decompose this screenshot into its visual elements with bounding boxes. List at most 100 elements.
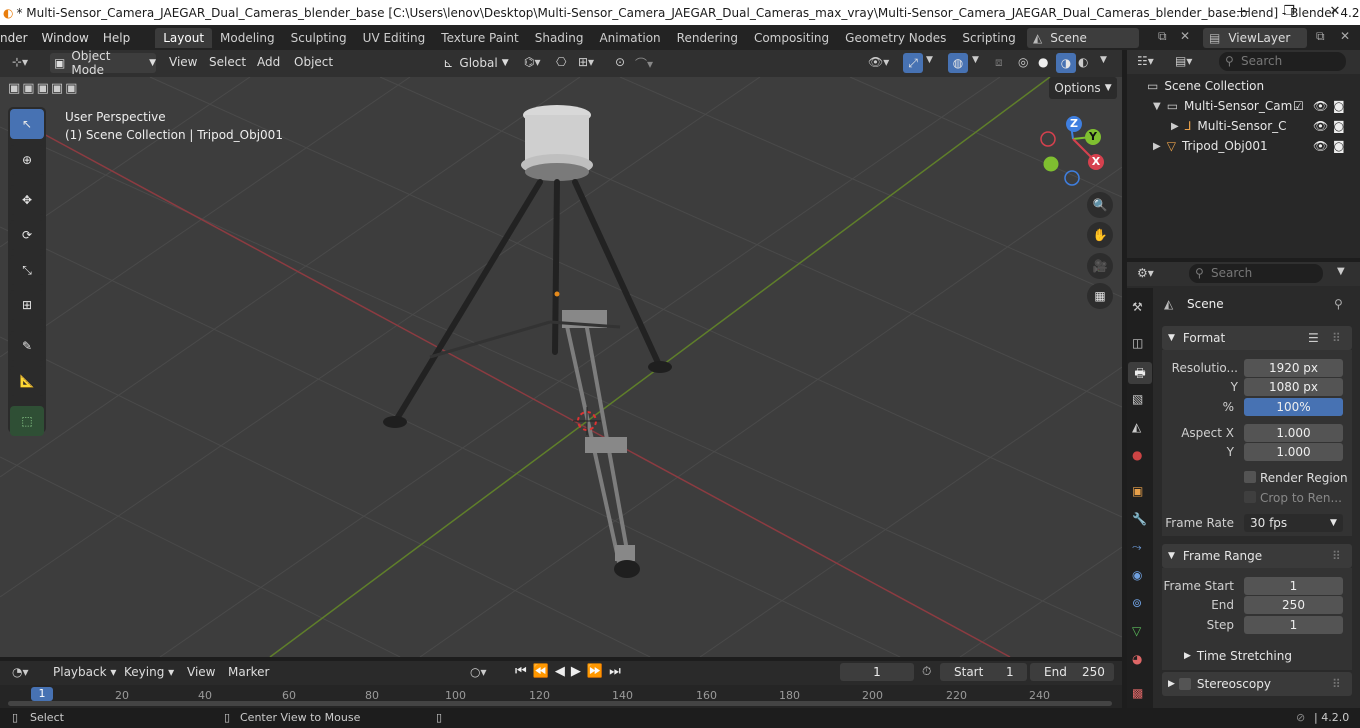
camera-render-icon[interactable]: ◙ bbox=[1333, 119, 1345, 133]
menu-add[interactable]: Add bbox=[250, 55, 287, 69]
pivot-icon[interactable]: ⌬▾ bbox=[524, 55, 541, 69]
solid-shading-icon[interactable]: ● bbox=[1038, 55, 1048, 69]
drag-handle-icon[interactable]: ⠿ bbox=[1332, 549, 1341, 563]
tab-animation[interactable]: Animation bbox=[591, 28, 668, 48]
pan-button[interactable]: ✋ bbox=[1087, 222, 1113, 248]
tab-layout[interactable]: Layout bbox=[155, 27, 213, 48]
mode-selector[interactable]: ▣ Object Mode ▼ bbox=[50, 49, 156, 77]
maximize-button[interactable]: ❐ bbox=[1266, 0, 1312, 25]
new-view-layer-icon[interactable]: ⧉ bbox=[1316, 29, 1325, 44]
timeline-scrollbar[interactable] bbox=[8, 701, 1112, 706]
tab-modeling[interactable]: Modeling bbox=[212, 28, 283, 48]
wireframe-shading-icon[interactable]: ◎ bbox=[1018, 55, 1028, 69]
view-layer-tab-icon[interactable]: ▧ bbox=[1132, 392, 1143, 406]
menu-render[interactable]: nder bbox=[0, 31, 35, 45]
outliner-search-input[interactable]: ⚲ Search bbox=[1219, 52, 1346, 71]
3d-viewport[interactable]: Z Y X ▣▣▣▣▣ ↖ ⊕ ✥ ⟳ ⤡ ⊞ ✎ 📐 ⬚ User Persp… bbox=[0, 77, 1122, 657]
stereoscopy-section-header[interactable]: ▶ Stereoscopy ⠿ bbox=[1162, 672, 1352, 696]
world-tab-icon[interactable]: ● bbox=[1132, 448, 1142, 462]
camera-render-icon[interactable]: ◙ bbox=[1333, 99, 1345, 113]
gizmo-toggle-icon[interactable]: ⤢ bbox=[903, 53, 923, 73]
snap-icon[interactable]: ⎔ bbox=[556, 55, 566, 69]
frame-range-section-header[interactable]: ▼ Frame Range ⠿ bbox=[1162, 544, 1352, 568]
display-mode-icon[interactable]: ▤▾ bbox=[1175, 54, 1192, 68]
projection-toggle-button[interactable]: ▦ bbox=[1087, 283, 1113, 309]
tab-rendering[interactable]: Rendering bbox=[669, 28, 746, 48]
proportional-edit-icon[interactable]: ⊙ bbox=[615, 55, 625, 69]
outliner-editor-icon[interactable]: ☷▾ bbox=[1137, 54, 1154, 68]
scene-tab-icon[interactable]: ◭ bbox=[1132, 420, 1141, 434]
resolution-y-field[interactable]: 1080 px bbox=[1244, 378, 1343, 396]
options-button[interactable]: Options ▼ bbox=[1049, 77, 1117, 99]
zoom-button[interactable]: 🔍 bbox=[1087, 192, 1113, 218]
measure-tool[interactable]: 📐 bbox=[10, 366, 44, 396]
current-frame-field[interactable]: 1 bbox=[840, 663, 914, 681]
move-tool[interactable]: ✥ bbox=[10, 185, 44, 215]
crop-checkbox[interactable] bbox=[1244, 491, 1256, 503]
minimize-button[interactable]: — bbox=[1220, 0, 1266, 25]
eye-icon[interactable]: 👁 bbox=[1313, 99, 1328, 113]
menu-object[interactable]: Object bbox=[287, 55, 340, 69]
tab-scripting[interactable]: Scripting bbox=[954, 28, 1023, 48]
chevron-right-icon[interactable]: ▶ bbox=[1153, 141, 1161, 152]
outliner-item[interactable]: ▶ ▽ Tripod_Obj001 👁 ◙ bbox=[1127, 136, 1360, 156]
tab-compositing[interactable]: Compositing bbox=[746, 28, 837, 48]
view-layer-selector[interactable]: ▤ ViewLayer bbox=[1203, 28, 1307, 48]
aspect-x-field[interactable]: 1.000 bbox=[1244, 424, 1343, 442]
overlays-toggle-icon[interactable]: ◍ bbox=[948, 53, 968, 73]
timeline-editor-icon[interactable]: ◔▾ bbox=[12, 665, 29, 679]
eye-icon[interactable]: 👁 bbox=[1313, 139, 1328, 153]
chevron-down-icon[interactable]: ▼ bbox=[1337, 266, 1345, 277]
playhead[interactable]: 1 bbox=[31, 687, 53, 701]
texture-tab-icon[interactable]: ▩ bbox=[1132, 686, 1143, 700]
physics-tab-icon[interactable]: ◉ bbox=[1132, 568, 1142, 582]
end-frame-field[interactable]: End 250 bbox=[1030, 663, 1114, 681]
visibility-icon[interactable]: 👁▾ bbox=[868, 55, 889, 69]
add-cube-tool[interactable]: ⬚ bbox=[10, 406, 44, 436]
frame-end-field[interactable]: 250 bbox=[1244, 596, 1343, 614]
gizmo-x-axis[interactable]: X bbox=[1088, 154, 1104, 170]
annotate-tool[interactable]: ✎ bbox=[10, 331, 44, 361]
format-section-header[interactable]: ▼ Format ☰ ⠿ bbox=[1162, 326, 1352, 350]
particles-tab-icon[interactable]: ⤳ bbox=[1132, 540, 1142, 555]
menu-marker[interactable]: Marker bbox=[221, 665, 276, 679]
tab-shading[interactable]: Shading bbox=[527, 28, 592, 48]
outliner-item[interactable]: ▶ ⅃ Multi-Sensor_C 👁 ◙ bbox=[1127, 116, 1360, 136]
tab-sculpting[interactable]: Sculpting bbox=[283, 28, 355, 48]
render-region-checkbox[interactable] bbox=[1244, 471, 1256, 483]
checkbox-icon[interactable]: ☑ bbox=[1293, 99, 1304, 113]
resolution-x-field[interactable]: 1920 px bbox=[1244, 359, 1343, 377]
menu-help[interactable]: Help bbox=[96, 31, 137, 45]
cursor-tool[interactable]: ⊕ bbox=[10, 145, 44, 175]
chevron-down-icon[interactable]: ▼ bbox=[926, 55, 933, 65]
transform-tool[interactable]: ⊞ bbox=[10, 290, 44, 320]
falloff-icon[interactable]: ⌒▾ bbox=[635, 55, 653, 72]
menu-view-timeline[interactable]: View bbox=[180, 665, 222, 679]
delete-view-layer-icon[interactable]: ✕ bbox=[1340, 29, 1350, 43]
outliner-root[interactable]: ▭ Scene Collection bbox=[1127, 76, 1360, 96]
rendered-shading-icon[interactable]: ◐ bbox=[1078, 55, 1088, 69]
gizmo-z-axis[interactable]: Z bbox=[1066, 116, 1082, 132]
properties-search-input[interactable]: ⚲ Search bbox=[1189, 264, 1323, 283]
scene-selector[interactable]: ◭ Scene bbox=[1027, 28, 1139, 48]
drag-handle-icon[interactable]: ⠿ bbox=[1332, 331, 1341, 345]
presets-icon[interactable]: ☰ bbox=[1308, 331, 1319, 345]
delete-scene-icon[interactable]: ✕ bbox=[1180, 29, 1190, 43]
auto-keying-icon[interactable]: ○▾ bbox=[470, 665, 487, 679]
tab-uv-editing[interactable]: UV Editing bbox=[355, 28, 434, 48]
eye-icon[interactable]: 👁 bbox=[1313, 119, 1328, 133]
menu-keying[interactable]: Keying ▾ bbox=[117, 665, 181, 679]
orientation-selector[interactable]: ⊾ Global ▼ bbox=[438, 53, 514, 73]
select-modes-icon[interactable]: ▣▣▣▣▣ bbox=[8, 81, 79, 96]
menu-window[interactable]: Window bbox=[35, 31, 96, 45]
stopwatch-icon[interactable]: ⏱ bbox=[922, 664, 931, 679]
chevron-right-icon[interactable]: ▶ bbox=[1171, 121, 1179, 132]
constraints-tab-icon[interactable]: ⊚ bbox=[1132, 596, 1142, 610]
modifier-tab-icon[interactable]: 🔧 bbox=[1132, 512, 1147, 526]
material-shading-icon[interactable]: ◑ bbox=[1056, 53, 1076, 73]
chevron-down-icon[interactable]: ▼ bbox=[1100, 55, 1107, 65]
menu-select[interactable]: Select bbox=[202, 55, 253, 69]
select-box-tool[interactable]: ↖ bbox=[10, 109, 44, 139]
new-scene-icon[interactable]: ⧉ bbox=[1158, 29, 1167, 44]
outliner-item[interactable]: ▼ ▭ Multi-Sensor_Cam ☑ 👁 ◙ bbox=[1127, 96, 1360, 116]
